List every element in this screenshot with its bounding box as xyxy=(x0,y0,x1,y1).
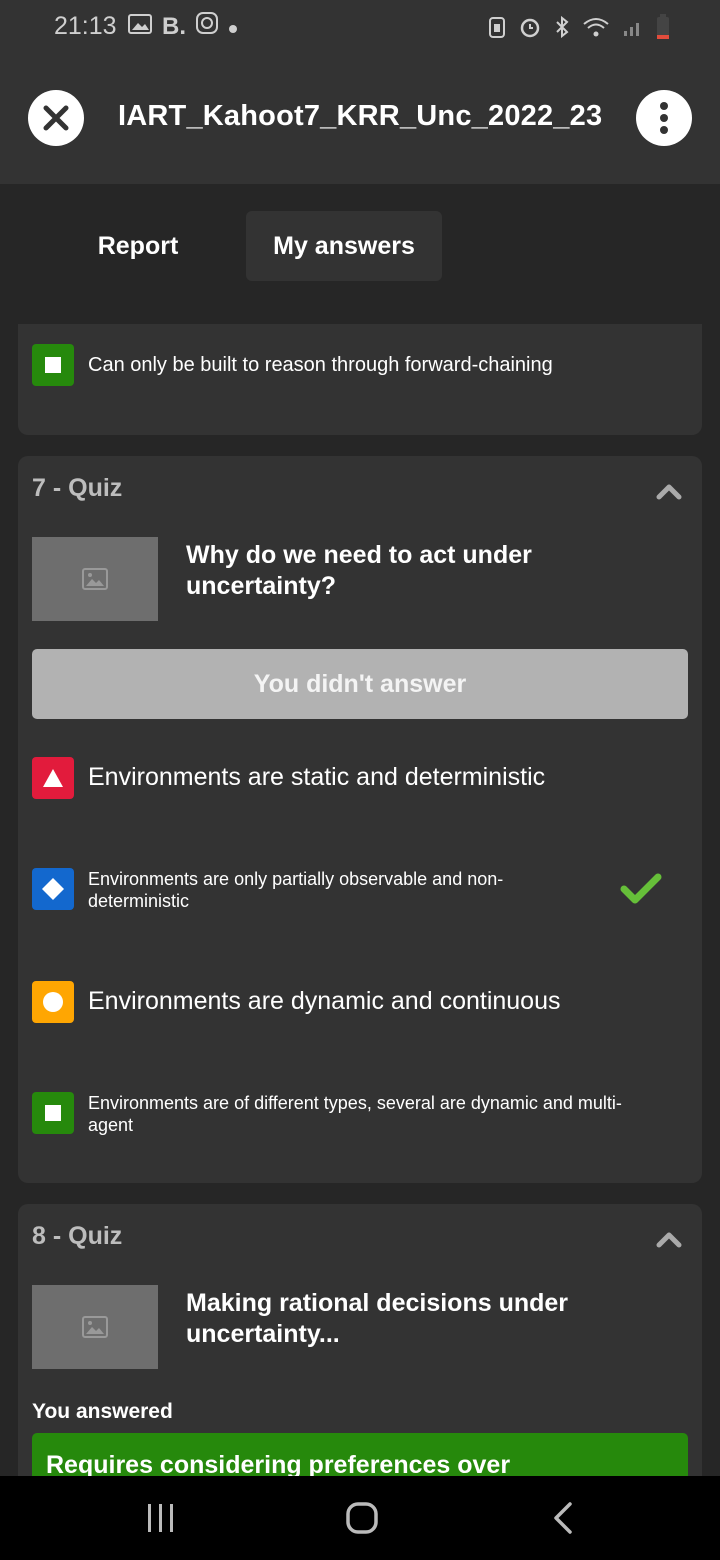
question-text: Making rational decisions under uncertai… xyxy=(186,1289,569,1348)
dot-icon xyxy=(228,13,238,41)
question-card-previous: Can only be built to reason through forw… xyxy=(18,324,702,435)
bluetooth-icon xyxy=(554,15,570,44)
square-icon xyxy=(32,1092,74,1134)
chevron-up-icon xyxy=(656,1232,682,1248)
more-options-button[interactable] xyxy=(636,90,692,146)
question-text: Why do we need to act under uncertainty? xyxy=(186,540,666,602)
home-icon xyxy=(346,1502,378,1534)
signal-icon xyxy=(622,16,644,43)
close-icon xyxy=(43,105,69,131)
image-icon xyxy=(82,568,108,590)
instagram-icon xyxy=(196,12,218,41)
chevron-up-icon xyxy=(656,484,682,500)
recent-apps-button[interactable] xyxy=(146,1502,176,1539)
answer-text: Environments are dynamic and continuous xyxy=(88,987,561,1015)
question-header: 7 - Quiz xyxy=(32,474,123,502)
status-bar: 21:13 B. xyxy=(0,0,720,54)
correct-checkmark-icon xyxy=(620,872,662,911)
question-text-line2: uncertainty? xyxy=(186,572,337,600)
back-icon xyxy=(554,1502,572,1534)
status-time: 21:13 xyxy=(54,12,117,40)
question-card-7: 7 - Quiz Why do we need to act under unc… xyxy=(18,456,702,1183)
recent-apps-icon xyxy=(148,1504,173,1532)
collapse-button[interactable] xyxy=(656,1230,682,1253)
system-navigation-bar xyxy=(0,1476,720,1560)
triangle-icon xyxy=(32,757,74,799)
tab-bar: Report My answers xyxy=(0,184,720,324)
battery-saver-icon xyxy=(488,15,506,44)
answer-text: Environments are only partially observab… xyxy=(88,869,504,911)
collapse-button[interactable] xyxy=(656,482,682,505)
tab-report[interactable]: Report xyxy=(68,211,208,281)
question-text-line1: Why do we need to act under xyxy=(186,541,532,569)
wifi-icon xyxy=(582,16,610,43)
answer-text: Environments are of different types, sev… xyxy=(88,1093,622,1135)
status-system-icons xyxy=(488,14,670,45)
alarm-icon xyxy=(518,15,542,44)
circle-icon xyxy=(32,981,74,1023)
question-header: 8 - Quiz xyxy=(32,1222,123,1250)
you-answered-label: You answered xyxy=(32,1400,173,1423)
more-vertical-icon xyxy=(660,102,668,134)
answer-text: Can only be built to reason through forw… xyxy=(88,354,553,376)
home-button[interactable] xyxy=(345,1501,379,1540)
question-card-8: 8 - Quiz Making rational decisions under… xyxy=(18,1204,702,1493)
tab-my-answers[interactable]: My answers xyxy=(246,211,442,281)
answer-text: Environments are static and deterministi… xyxy=(88,763,546,791)
app-header: IART_Kahoot7_KRR_Unc_2022_23 xyxy=(0,54,720,184)
gallery-icon xyxy=(128,13,152,41)
status-notification-icons: B. xyxy=(128,12,238,41)
battery-low-icon xyxy=(656,14,670,45)
image-icon xyxy=(82,1316,108,1338)
booking-icon: B. xyxy=(162,12,186,40)
question-image-placeholder xyxy=(32,537,158,621)
page-title: IART_Kahoot7_KRR_Unc_2022_23 xyxy=(118,100,603,132)
back-button[interactable] xyxy=(552,1502,574,1539)
close-button[interactable] xyxy=(28,90,84,146)
square-icon xyxy=(32,344,74,386)
result-banner: You didn't answer xyxy=(32,649,688,719)
question-image-placeholder xyxy=(32,1285,158,1369)
diamond-icon xyxy=(32,868,74,910)
